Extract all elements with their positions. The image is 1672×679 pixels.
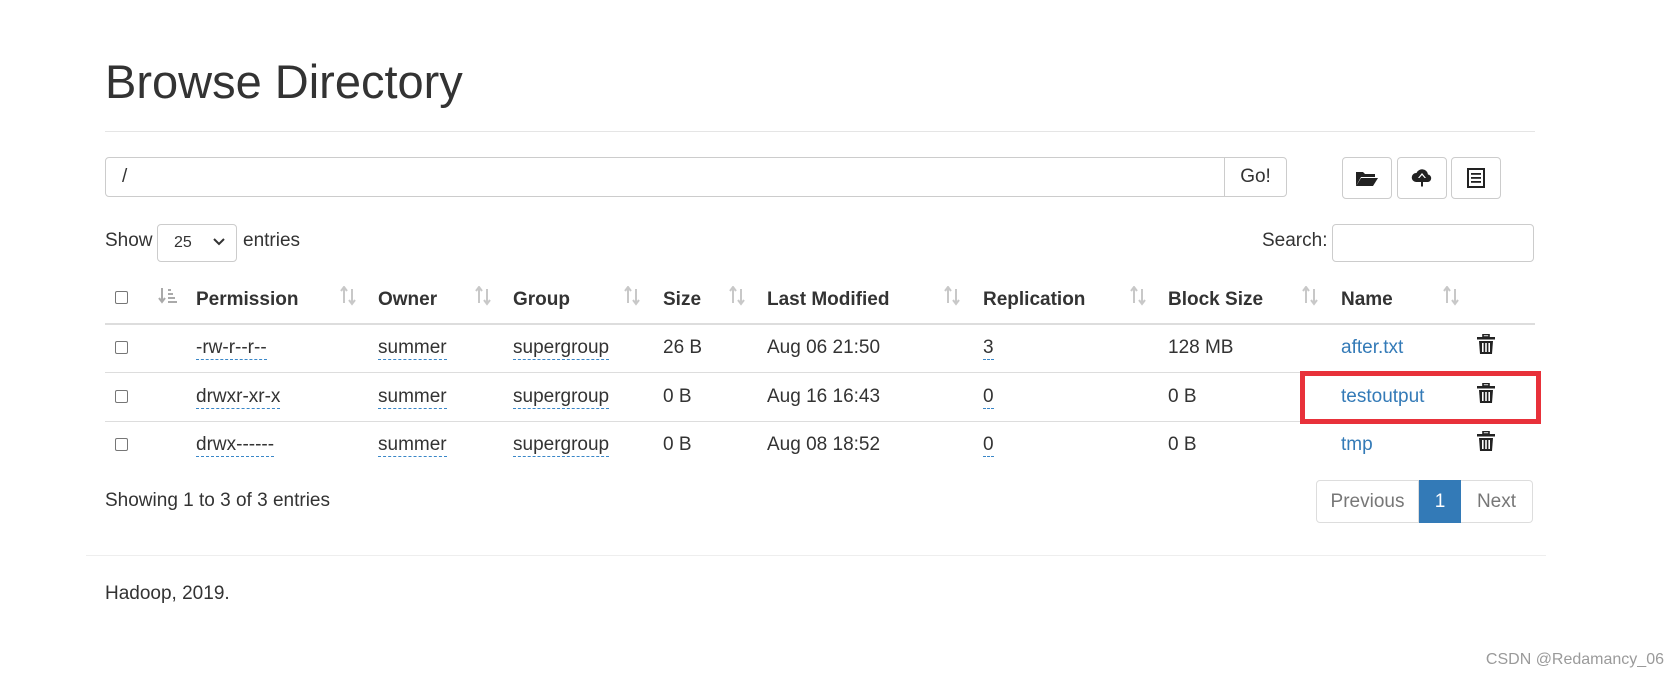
upload-file-button[interactable] <box>1397 157 1447 199</box>
directory-path-input[interactable] <box>105 157 1225 197</box>
footer-text: Hadoop, 2019. <box>105 583 230 604</box>
group-cell[interactable]: supergroup <box>513 433 610 457</box>
block-size-value: 0 B <box>1168 434 1197 455</box>
owner-value[interactable]: summer <box>378 337 447 360</box>
last-modified-value: Aug 06 21:50 <box>767 337 881 358</box>
size-value: 0 B <box>663 434 692 455</box>
header-name[interactable]: Name <box>1341 288 1393 312</box>
sort-both-icon[interactable] <box>475 286 491 306</box>
entries-per-page-select[interactable]: 25 <box>157 224 237 262</box>
trash-icon[interactable] <box>1477 431 1495 452</box>
browse-directory-page: Browse Directory Go! Show 25 entries S <box>0 0 1672 679</box>
header-block-size[interactable]: Block Size <box>1168 288 1263 312</box>
sort-both-icon[interactable] <box>624 286 640 306</box>
last-modified-value: Aug 16 16:43 <box>767 386 881 407</box>
cut-paste-button[interactable] <box>1451 157 1501 199</box>
pagination: Previous 1 Next <box>1316 480 1533 523</box>
group-value[interactable]: supergroup <box>513 337 610 360</box>
previous-page-button[interactable]: Previous <box>1316 480 1419 523</box>
search-label: Search: <box>1262 230 1328 251</box>
trash-icon[interactable] <box>1477 334 1495 355</box>
page-1-button[interactable]: 1 <box>1419 480 1461 523</box>
replication-value[interactable]: 0 <box>983 386 994 409</box>
sort-both-icon[interactable] <box>1130 286 1146 306</box>
watermark-text: CSDN @Redamancy_06 <box>1485 651 1664 668</box>
sort-both-icon[interactable] <box>340 286 356 306</box>
permission-cell[interactable]: drwx------ <box>196 433 275 457</box>
group-value[interactable]: supergroup <box>513 386 610 409</box>
row-checkbox[interactable] <box>115 438 128 451</box>
title-divider <box>105 131 1535 132</box>
owner-cell[interactable]: summer <box>378 336 447 360</box>
sort-both-icon[interactable] <box>729 286 745 306</box>
replication-value[interactable]: 0 <box>983 434 994 457</box>
replication-cell[interactable]: 3 <box>983 336 994 360</box>
permission-cell[interactable]: -rw-r--r-- <box>196 336 267 360</box>
sort-both-icon[interactable] <box>944 286 960 306</box>
header-replication[interactable]: Replication <box>983 288 1085 312</box>
group-cell[interactable]: supergroup <box>513 336 610 360</box>
page-title: Browse Directory <box>105 55 463 108</box>
table-info-text: Showing 1 to 3 of 3 entries <box>105 490 330 511</box>
sort-ascending-icon[interactable] <box>158 286 178 306</box>
owner-cell[interactable]: summer <box>378 385 447 409</box>
permission-value[interactable]: drwx------ <box>196 434 275 457</box>
header-size[interactable]: Size <box>663 288 701 312</box>
group-cell[interactable]: supergroup <box>513 385 610 409</box>
last-modified-value: Aug 08 18:52 <box>767 434 881 455</box>
sort-both-icon[interactable] <box>1443 286 1459 306</box>
directory-name-link[interactable]: tmp <box>1341 433 1373 457</box>
block-size-value: 0 B <box>1168 386 1197 407</box>
list-icon <box>1467 168 1485 188</box>
file-name-link[interactable]: after.txt <box>1341 336 1403 360</box>
row-checkbox[interactable] <box>115 390 128 403</box>
entries-label: entries <box>243 230 301 251</box>
next-page-button[interactable]: Next <box>1461 480 1533 523</box>
show-label: Show <box>105 230 153 251</box>
block-size-value: 128 MB <box>1168 337 1234 358</box>
sort-both-icon[interactable] <box>1302 286 1318 306</box>
replication-cell[interactable]: 0 <box>983 385 994 409</box>
entries-selected-value: 25 <box>174 234 192 251</box>
row-checkbox[interactable] <box>115 341 128 354</box>
select-all-checkbox[interactable] <box>115 291 128 304</box>
replication-cell[interactable]: 0 <box>983 433 994 457</box>
header-owner[interactable]: Owner <box>378 288 437 312</box>
search-input[interactable] <box>1332 224 1534 262</box>
permission-value[interactable]: -rw-r--r-- <box>196 337 267 360</box>
table-header-divider <box>105 323 1535 325</box>
header-last-modified[interactable]: Last Modified <box>767 288 889 312</box>
size-value: 26 B <box>663 337 703 358</box>
owner-value[interactable]: summer <box>378 386 447 409</box>
owner-value[interactable]: summer <box>378 434 447 457</box>
size-value: 0 B <box>663 386 692 407</box>
permission-cell[interactable]: drwxr-xr-x <box>196 385 281 409</box>
highlight-annotation-box <box>1300 371 1541 424</box>
folder-open-icon <box>1356 172 1378 186</box>
chevron-down-icon <box>213 238 225 246</box>
replication-value[interactable]: 3 <box>983 337 994 360</box>
permission-value[interactable]: drwxr-xr-x <box>196 386 281 409</box>
header-permission[interactable]: Permission <box>196 288 298 312</box>
group-value[interactable]: supergroup <box>513 434 610 457</box>
footer-divider <box>86 555 1546 556</box>
cloud-upload-icon <box>1411 169 1432 187</box>
create-directory-button[interactable] <box>1342 157 1392 199</box>
go-button[interactable]: Go! <box>1224 157 1287 197</box>
owner-cell[interactable]: summer <box>378 433 447 457</box>
header-group[interactable]: Group <box>513 288 570 312</box>
